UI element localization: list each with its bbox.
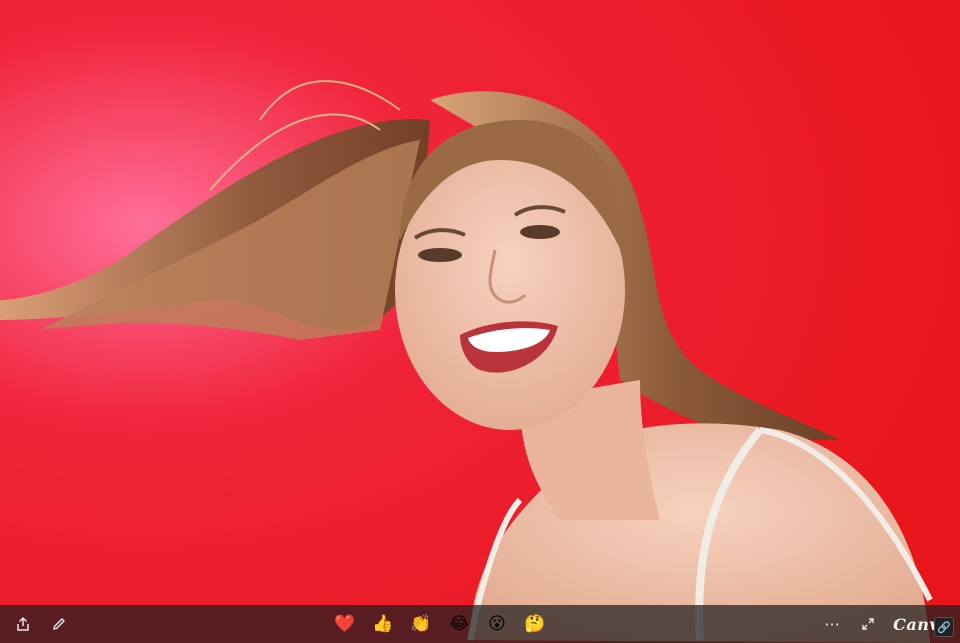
heart-reaction[interactable]: ❤️ — [331, 610, 359, 638]
thinking-reaction[interactable]: 🤔 — [521, 610, 549, 638]
clap-reaction[interactable]: 👏 — [407, 610, 435, 638]
edit-icon[interactable] — [46, 611, 72, 637]
reaction-bar: ❤️ 👍 👏 😂 😮 🤔 — [130, 610, 750, 638]
link-icon[interactable]: 🔗 — [934, 617, 954, 637]
thumbs-up-reaction[interactable]: 👍 — [369, 610, 397, 638]
photo — [0, 0, 960, 643]
laugh-reaction[interactable]: 😂 — [445, 610, 473, 638]
toolbar-right: ··· Canva — [750, 611, 950, 637]
viewer-toolbar: ❤️ 👍 👏 😂 😮 🤔 ··· Canva — [0, 605, 960, 643]
expand-icon[interactable] — [855, 611, 881, 637]
toolbar-left — [10, 611, 130, 637]
more-options-icon[interactable]: ··· — [819, 611, 845, 637]
image-viewer: ❤️ 👍 👏 😂 😮 🤔 ··· Canva 🔗 — [0, 0, 960, 643]
share-icon[interactable] — [10, 611, 36, 637]
surprised-reaction[interactable]: 😮 — [483, 610, 511, 638]
